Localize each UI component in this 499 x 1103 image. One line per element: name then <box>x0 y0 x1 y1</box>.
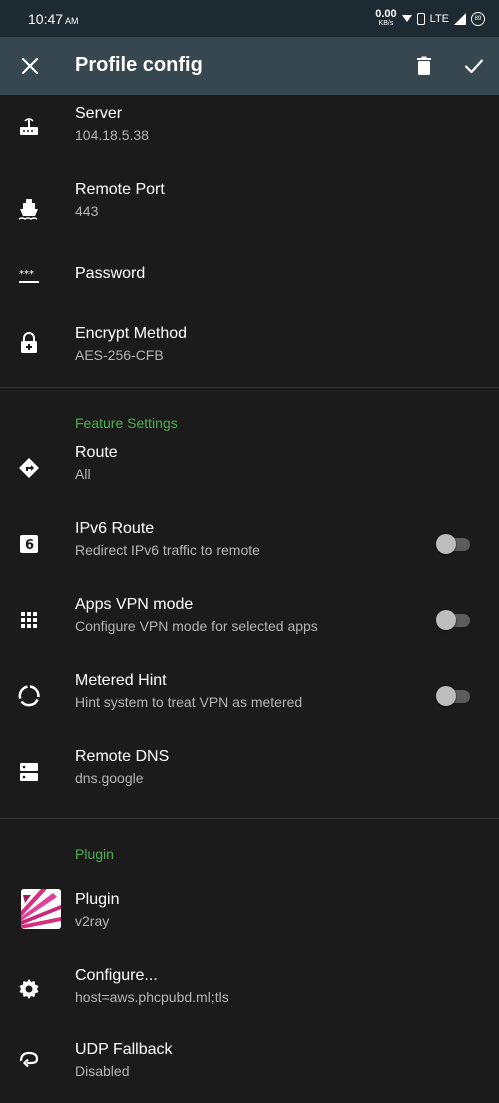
plugin-summary: v2ray <box>75 913 110 929</box>
directions-icon <box>19 458 39 478</box>
data-activity-icon <box>401 15 412 22</box>
dns-icon <box>20 763 38 781</box>
speed-unit: KB/s <box>378 19 394 27</box>
ipv6-icon: 6 <box>20 535 38 553</box>
feature-settings-label: Feature Settings <box>75 415 178 431</box>
configure-title: Configure... <box>75 967 158 984</box>
network-type: LTE <box>429 12 449 25</box>
speed-value: 0.00 <box>375 7 397 20</box>
remote-port-title: Remote Port <box>75 181 165 198</box>
remote-dns-item[interactable]: Remote DNS dns.google <box>0 744 499 818</box>
password-item[interactable]: *** Password <box>0 247 499 307</box>
remote-dns-title: Remote DNS <box>75 748 170 765</box>
remote-port-summary: 443 <box>75 203 99 219</box>
svg-text:6: 6 <box>25 538 34 553</box>
route-item[interactable]: Route All <box>0 440 499 516</box>
network-speed: 0.00 KB/s <box>375 7 397 28</box>
password-icon: *** <box>19 269 39 283</box>
apps-grid-icon <box>21 612 37 628</box>
server-title: Server <box>75 105 123 122</box>
plugin-section-label: Plugin <box>75 846 114 862</box>
ipv6-route-switch[interactable] <box>436 534 472 554</box>
preference-list: Server 104.18.5.38 Remote Port 443 *** P… <box>0 95 499 1103</box>
metered-hint-summary: Hint system to treat VPN as metered <box>75 694 303 710</box>
apps-vpn-mode-switch[interactable] <box>436 610 472 630</box>
encrypt-method-summary: AES-256-CFB <box>75 347 164 363</box>
remote-port-item[interactable]: Remote Port 443 <box>0 171 499 247</box>
configure-item[interactable]: Configure... host=aws.phcpubd.ml;tls <box>0 949 499 1027</box>
battery-level: 89 <box>474 15 482 22</box>
status-bar: 10:47 AM 0.00 KB/s LTE 89 <box>0 0 499 37</box>
router-icon <box>20 118 38 135</box>
lock-icon <box>21 332 37 353</box>
server-summary: 104.18.5.38 <box>75 127 149 143</box>
password-title: Password <box>75 265 146 282</box>
feature-settings-header: Feature Settings <box>0 388 499 440</box>
ampm-text: AM <box>65 15 79 26</box>
app-bar: Profile config <box>0 37 499 95</box>
apps-vpn-mode-title: Apps VPN mode <box>75 596 194 613</box>
plugin-item[interactable]: Plugin v2ray <box>0 877 499 949</box>
metered-hint-title: Metered Hint <box>75 672 167 689</box>
ipv6-route-summary: Redirect IPv6 traffic to remote <box>75 542 260 558</box>
udp-fallback-title: UDP Fallback <box>75 1041 173 1058</box>
route-summary: All <box>75 466 91 482</box>
signal-icon <box>454 12 466 25</box>
delete-icon[interactable] <box>412 54 436 78</box>
switch-thumb <box>436 610 456 630</box>
udp-fallback-item[interactable]: UDP Fallback Disabled <box>0 1027 499 1103</box>
encrypt-method-title: Encrypt Method <box>75 325 188 342</box>
configure-summary: host=aws.phcpubd.ml;tls <box>75 989 229 1005</box>
switch-thumb <box>436 534 456 554</box>
udp-fallback-summary: Disabled <box>75 1063 130 1079</box>
status-icons: 0.00 KB/s LTE 89 <box>375 7 485 28</box>
ship-icon <box>18 199 38 220</box>
status-time: 10:47 AM <box>28 11 79 27</box>
route-title: Route <box>75 444 118 461</box>
battery-icon: 89 <box>471 11 485 26</box>
ipv6-route-item[interactable]: 6 IPv6 Route Redirect IPv6 traffic to re… <box>0 516 499 592</box>
plugin-title: Plugin <box>75 891 120 908</box>
save-check-icon[interactable] <box>462 54 486 78</box>
metered-hint-switch[interactable] <box>436 686 472 706</box>
data-usage-icon <box>18 685 40 707</box>
close-icon[interactable] <box>18 54 42 78</box>
encrypt-method-item[interactable]: Encrypt Method AES-256-CFB <box>0 307 499 387</box>
server-item[interactable]: Server 104.18.5.38 <box>0 95 499 171</box>
switch-thumb <box>436 686 456 706</box>
plugin-header: Plugin <box>0 819 499 877</box>
settings-gear-icon <box>19 979 39 999</box>
svg-text:***: *** <box>19 269 34 280</box>
remote-dns-summary: dns.google <box>75 770 144 786</box>
ipv6-route-title: IPv6 Route <box>75 520 155 537</box>
v2ray-logo-icon <box>21 889 61 929</box>
time-text: 10:47 <box>28 10 64 27</box>
apps-vpn-mode-summary: Configure VPN mode for selected apps <box>75 618 318 634</box>
udp-fallback-icon <box>19 1051 39 1068</box>
page-title: Profile config <box>75 54 203 76</box>
apps-vpn-mode-item[interactable]: Apps VPN mode Configure VPN mode for sel… <box>0 592 499 668</box>
metered-hint-item[interactable]: Metered Hint Hint system to treat VPN as… <box>0 668 499 744</box>
vibrate-icon <box>416 12 425 25</box>
